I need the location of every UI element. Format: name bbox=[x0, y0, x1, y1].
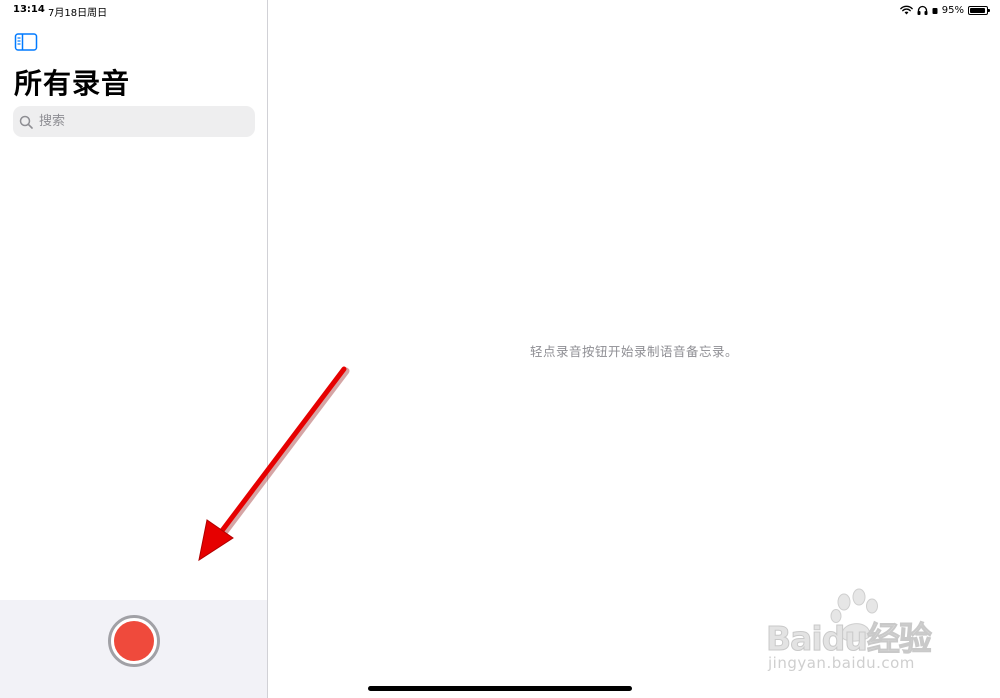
sidebar: 所有录音 bbox=[0, 0, 268, 698]
status-time: 13:14 bbox=[13, 4, 45, 15]
watermark-logo: Baidu经验 bbox=[766, 619, 933, 659]
record-icon bbox=[114, 621, 154, 661]
battery-percent: 95% bbox=[941, 4, 964, 16]
status-bar: 13:14 7月18日周日 95% bbox=[0, 0, 1000, 20]
lock-rotation-icon bbox=[932, 8, 938, 14]
status-date: 7月18日周日 bbox=[48, 8, 108, 19]
battery-fill bbox=[970, 7, 986, 13]
page-title: 所有录音 bbox=[14, 67, 131, 100]
empty-state-message: 轻点录音按钮开始录制语音备忘录。 bbox=[529, 344, 738, 359]
search-icon bbox=[19, 115, 33, 129]
wifi-icon bbox=[899, 5, 913, 15]
battery-icon bbox=[968, 5, 990, 15]
watermark-url: jingyan.baidu.com bbox=[768, 654, 915, 672]
home-indicator[interactable] bbox=[368, 686, 632, 691]
search-bar[interactable] bbox=[13, 106, 255, 137]
search-input[interactable] bbox=[37, 113, 241, 130]
record-button[interactable] bbox=[108, 615, 160, 667]
headphones-icon bbox=[917, 5, 928, 15]
status-indicators: 95% bbox=[899, 3, 990, 17]
sidebar-toggle-icon[interactable] bbox=[14, 32, 38, 52]
watermark: Baidu经验 jingyan.baidu.com bbox=[760, 588, 960, 680]
